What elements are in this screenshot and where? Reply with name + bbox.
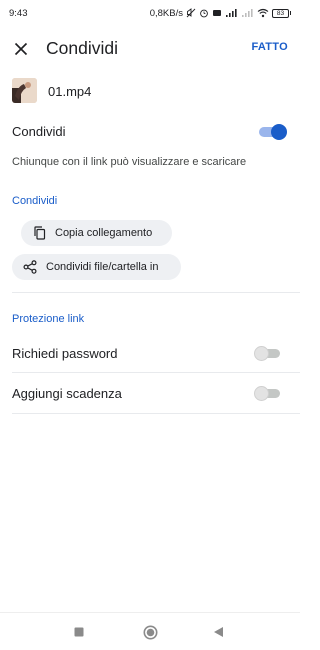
share-description: Chiunque con il link può visualizzare e … xyxy=(12,156,247,168)
divider xyxy=(12,292,300,293)
share-file-label: Condividi file/cartella in xyxy=(46,261,159,273)
divider xyxy=(12,372,300,373)
copy-link-label: Copia collegamento xyxy=(55,227,153,239)
mute-icon xyxy=(186,8,196,18)
top-app-bar: Condividi FATTO xyxy=(0,30,300,68)
signal-secondary-icon xyxy=(241,8,254,18)
page-title: Condividi xyxy=(46,38,118,58)
add-expiry-row: Aggiungi scadenza xyxy=(0,380,300,410)
alarm-icon xyxy=(199,8,209,18)
file-name: 01.mp4 xyxy=(48,84,92,99)
share-toggle-row: Condividi xyxy=(0,120,300,144)
copy-icon xyxy=(31,225,47,241)
done-button[interactable]: FATTO xyxy=(251,41,288,53)
add-expiry-label: Aggiungi scadenza xyxy=(12,386,122,401)
require-password-toggle[interactable] xyxy=(254,346,280,361)
triangle-back-icon[interactable] xyxy=(211,625,225,639)
wifi-icon xyxy=(257,8,269,18)
divider xyxy=(12,413,300,414)
close-icon[interactable] xyxy=(11,39,31,59)
file-row: 01.mp4 xyxy=(0,78,300,108)
share-icon xyxy=(22,259,38,275)
file-thumbnail xyxy=(12,78,37,103)
network-speed: 0,8KB/s xyxy=(149,7,183,19)
link-protection-title: Protezione link xyxy=(12,313,85,325)
notification-icon xyxy=(212,8,222,18)
status-icons: 0,8KB/s 83 xyxy=(150,8,291,19)
circle-icon[interactable] xyxy=(142,624,158,640)
status-bar: 9:43 0,8KB/s 83 xyxy=(0,0,300,26)
require-password-label: Richiedi password xyxy=(12,346,118,361)
add-expiry-toggle[interactable] xyxy=(254,386,280,401)
square-icon[interactable] xyxy=(72,625,86,639)
share-toggle-label: Condividi xyxy=(12,124,66,139)
require-password-row: Richiedi password xyxy=(0,340,300,370)
share-file-button[interactable]: Condividi file/cartella in xyxy=(12,254,181,280)
copy-link-button[interactable]: Copia collegamento xyxy=(21,220,172,246)
system-nav-bar xyxy=(0,612,300,650)
share-section-title: Condividi xyxy=(12,195,58,207)
status-time: 9:43 xyxy=(9,7,28,19)
share-toggle[interactable] xyxy=(259,124,287,140)
signal-icon xyxy=(225,8,238,18)
battery-level: 83 xyxy=(272,8,289,18)
battery-icon: 83 xyxy=(272,8,291,18)
